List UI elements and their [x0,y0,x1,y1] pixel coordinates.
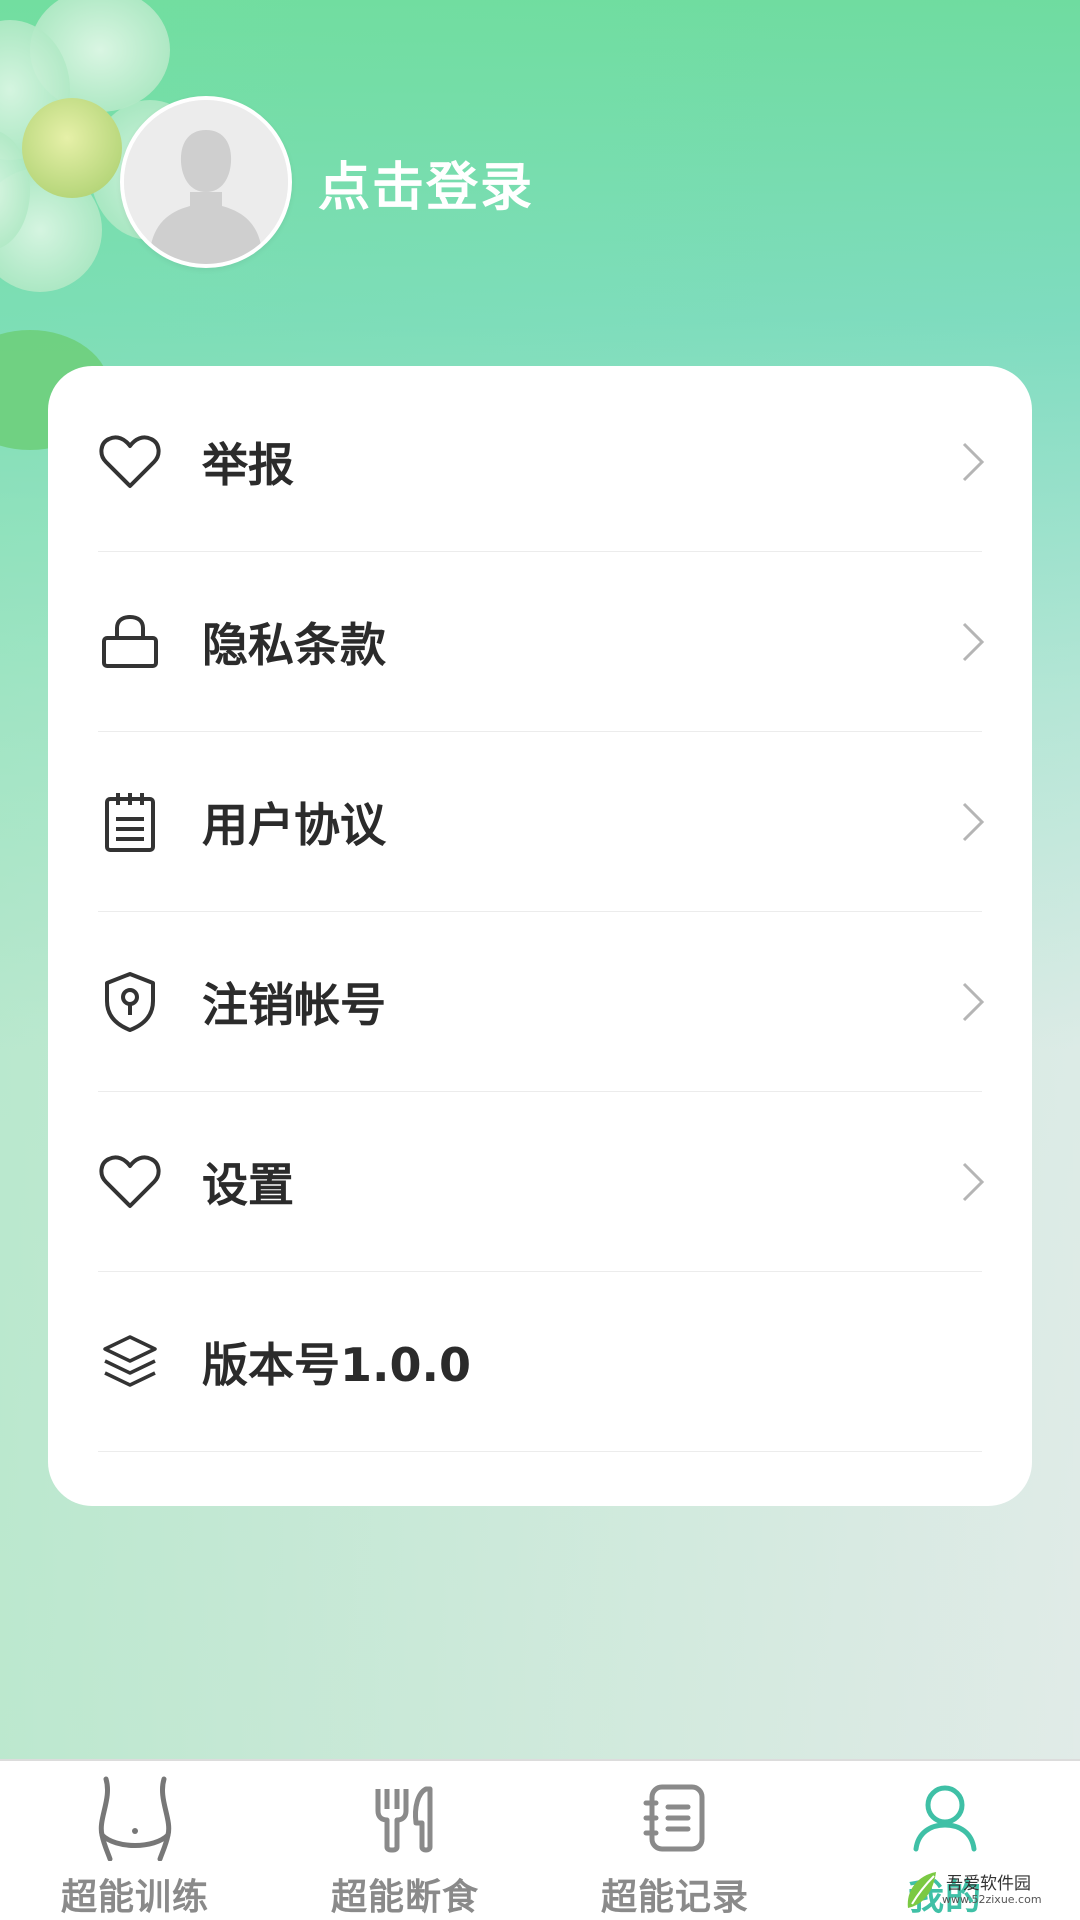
avatar[interactable] [120,96,292,268]
watermark-logo-icon [907,1872,936,1908]
chevron-right-icon [962,802,985,841]
menu-item-version: 版本号1.0.0 [98,1272,982,1452]
tab-fasting[interactable]: 超能断食 [270,1761,540,1920]
notepad-icon [98,790,162,854]
layers-icon [98,1330,162,1394]
tab-label: 超能训练 [60,1877,209,1918]
tab-records[interactable]: 超能记录 [540,1761,810,1920]
tab-label: 超能断食 [330,1877,479,1918]
menu-item-label: 用户协议 [202,797,386,852]
watermark-title: 吾爱软件园 [946,1873,1031,1894]
login-label[interactable]: 点击登录 [318,145,534,220]
shield-key-icon [98,970,162,1034]
menu-item-settings[interactable]: 设置 [98,1092,985,1272]
heart-icon [98,430,162,494]
chevron-right-icon [962,442,985,481]
lock-icon [98,610,162,674]
menu-item-delete-account[interactable]: 注销帐号 [98,912,985,1092]
watermark-url: www.52zixue.com [942,1892,1042,1906]
version-label: 版本号1.0.0 [202,1337,471,1392]
menu-item-report[interactable]: 举报 [98,372,985,552]
chevron-right-icon [962,982,985,1021]
menu-item-label: 设置 [202,1157,294,1212]
default-avatar-icon [124,100,288,264]
chevron-right-icon [962,622,985,661]
notebook-icon [630,1773,720,1862]
menu-card: 举报 隐私条款 用户协议 注销帐号 设置 版本号1.0.0 [48,366,1032,1506]
tab-training[interactable]: 超能训练 [0,1761,270,1920]
menu-item-label: 举报 [202,437,294,492]
tab-label: 超能记录 [600,1877,749,1918]
profile-header[interactable]: 点击登录 [120,96,534,268]
menu-item-user-agreement[interactable]: 用户协议 [98,732,985,912]
menu-item-label: 注销帐号 [202,977,386,1032]
waist-icon [90,1773,180,1862]
menu-item-privacy[interactable]: 隐私条款 [98,552,985,732]
heart-icon [98,1150,162,1214]
person-icon [900,1773,990,1862]
menu-item-label: 隐私条款 [202,617,386,672]
fork-knife-icon [360,1773,450,1862]
chevron-right-icon [962,1162,985,1201]
watermark: 吾爱软件园 www.52zixue.com [902,1862,1072,1918]
